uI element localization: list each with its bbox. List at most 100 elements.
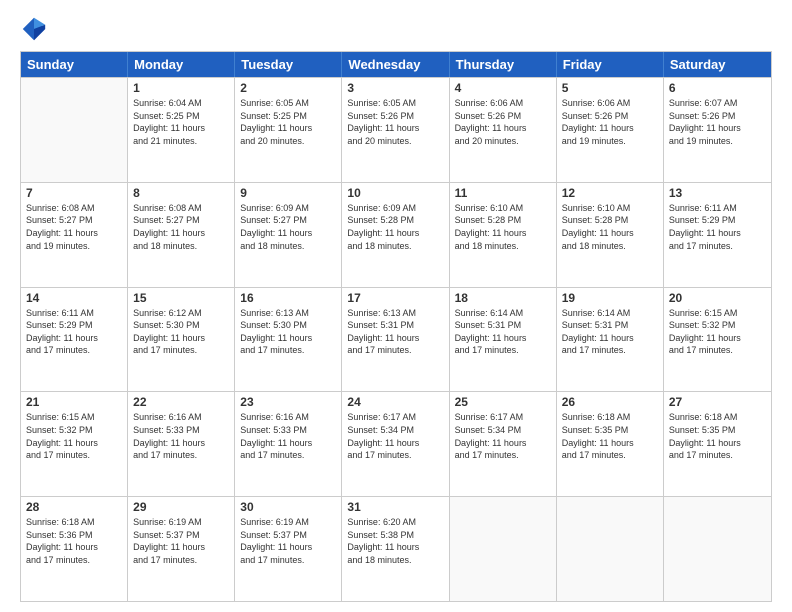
day-info: Sunrise: 6:16 AMSunset: 5:33 PMDaylight:… [240, 411, 336, 461]
calendar-week: 21 Sunrise: 6:15 AMSunset: 5:32 PMDayligh… [21, 391, 771, 496]
day-info: Sunrise: 6:18 AMSunset: 5:36 PMDaylight:… [26, 516, 122, 566]
day-number: 23 [240, 395, 336, 409]
day-info: Sunrise: 6:19 AMSunset: 5:37 PMDaylight:… [240, 516, 336, 566]
day-info: Sunrise: 6:17 AMSunset: 5:34 PMDaylight:… [455, 411, 551, 461]
calendar-cell: 13 Sunrise: 6:11 AMSunset: 5:29 PMDayligh… [664, 183, 771, 287]
calendar-cell: 1 Sunrise: 6:04 AMSunset: 5:25 PMDaylight… [128, 78, 235, 182]
day-info: Sunrise: 6:04 AMSunset: 5:25 PMDaylight:… [133, 97, 229, 147]
day-number: 21 [26, 395, 122, 409]
day-info: Sunrise: 6:19 AMSunset: 5:37 PMDaylight:… [133, 516, 229, 566]
day-info: Sunrise: 6:18 AMSunset: 5:35 PMDaylight:… [669, 411, 766, 461]
calendar-cell: 2 Sunrise: 6:05 AMSunset: 5:25 PMDaylight… [235, 78, 342, 182]
header [20, 15, 772, 43]
day-info: Sunrise: 6:09 AMSunset: 5:28 PMDaylight:… [347, 202, 443, 252]
cal-header-day: Tuesday [235, 52, 342, 77]
day-info: Sunrise: 6:06 AMSunset: 5:26 PMDaylight:… [562, 97, 658, 147]
day-number: 9 [240, 186, 336, 200]
day-number: 24 [347, 395, 443, 409]
calendar-cell: 16 Sunrise: 6:13 AMSunset: 5:30 PMDayligh… [235, 288, 342, 392]
calendar-cell [450, 497, 557, 601]
calendar-cell: 29Sunrise: 6:19 AMSunset: 5:37 PMDayligh… [128, 497, 235, 601]
day-number: 28 [26, 500, 122, 514]
day-info: Sunrise: 6:05 AMSunset: 5:26 PMDaylight:… [347, 97, 443, 147]
cal-header-day: Thursday [450, 52, 557, 77]
calendar-header: SundayMondayTuesdayWednesdayThursdayFrid… [21, 52, 771, 77]
day-number: 6 [669, 81, 766, 95]
calendar-cell: 8Sunrise: 6:08 AMSunset: 5:27 PMDaylight… [128, 183, 235, 287]
calendar-cell: 14 Sunrise: 6:11 AMSunset: 5:29 PMDayligh… [21, 288, 128, 392]
day-number: 5 [562, 81, 658, 95]
day-number: 26 [562, 395, 658, 409]
day-number: 7 [26, 186, 122, 200]
cal-header-day: Wednesday [342, 52, 449, 77]
calendar: SundayMondayTuesdayWednesdayThursdayFrid… [20, 51, 772, 602]
calendar-cell: 12 Sunrise: 6:10 AMSunset: 5:28 PMDayligh… [557, 183, 664, 287]
day-info: Sunrise: 6:12 AMSunset: 5:30 PMDaylight:… [133, 307, 229, 357]
calendar-cell: 10Sunrise: 6:09 AMSunset: 5:28 PMDayligh… [342, 183, 449, 287]
day-info: Sunrise: 6:15 AMSunset: 5:32 PMDaylight:… [669, 307, 766, 357]
day-number: 22 [133, 395, 229, 409]
calendar-cell: 27 Sunrise: 6:18 AMSunset: 5:35 PMDayligh… [664, 392, 771, 496]
page: SundayMondayTuesdayWednesdayThursdayFrid… [0, 0, 792, 612]
calendar-cell: 30 Sunrise: 6:19 AMSunset: 5:37 PMDayligh… [235, 497, 342, 601]
calendar-cell: 21 Sunrise: 6:15 AMSunset: 5:32 PMDayligh… [21, 392, 128, 496]
day-number: 16 [240, 291, 336, 305]
day-number: 15 [133, 291, 229, 305]
day-number: 27 [669, 395, 766, 409]
calendar-week: 7 Sunrise: 6:08 AMSunset: 5:27 PMDaylight… [21, 182, 771, 287]
day-info: Sunrise: 6:06 AMSunset: 5:26 PMDaylight:… [455, 97, 551, 147]
calendar-cell: 15 Sunrise: 6:12 AMSunset: 5:30 PMDayligh… [128, 288, 235, 392]
cal-header-day: Monday [128, 52, 235, 77]
calendar-cell: 6Sunrise: 6:07 AMSunset: 5:26 PMDaylight… [664, 78, 771, 182]
day-info: Sunrise: 6:18 AMSunset: 5:35 PMDaylight:… [562, 411, 658, 461]
day-info: Sunrise: 6:16 AMSunset: 5:33 PMDaylight:… [133, 411, 229, 461]
day-number: 18 [455, 291, 551, 305]
calendar-cell: 19 Sunrise: 6:14 AMSunset: 5:31 PMDayligh… [557, 288, 664, 392]
day-number: 12 [562, 186, 658, 200]
cal-header-day: Sunday [21, 52, 128, 77]
calendar-cell: 9 Sunrise: 6:09 AMSunset: 5:27 PMDaylight… [235, 183, 342, 287]
calendar-cell: 7 Sunrise: 6:08 AMSunset: 5:27 PMDaylight… [21, 183, 128, 287]
day-number: 4 [455, 81, 551, 95]
day-number: 14 [26, 291, 122, 305]
day-info: Sunrise: 6:13 AMSunset: 5:31 PMDaylight:… [347, 307, 443, 357]
day-info: Sunrise: 6:17 AMSunset: 5:34 PMDaylight:… [347, 411, 443, 461]
calendar-cell: 5 Sunrise: 6:06 AMSunset: 5:26 PMDaylight… [557, 78, 664, 182]
calendar-cell: 18 Sunrise: 6:14 AMSunset: 5:31 PMDayligh… [450, 288, 557, 392]
day-info: Sunrise: 6:11 AMSunset: 5:29 PMDaylight:… [669, 202, 766, 252]
calendar-cell: 28 Sunrise: 6:18 AMSunset: 5:36 PMDayligh… [21, 497, 128, 601]
calendar-cell: 26 Sunrise: 6:18 AMSunset: 5:35 PMDayligh… [557, 392, 664, 496]
day-number: 20 [669, 291, 766, 305]
day-info: Sunrise: 6:11 AMSunset: 5:29 PMDaylight:… [26, 307, 122, 357]
day-info: Sunrise: 6:15 AMSunset: 5:32 PMDaylight:… [26, 411, 122, 461]
day-number: 2 [240, 81, 336, 95]
cal-header-day: Friday [557, 52, 664, 77]
calendar-cell: 11Sunrise: 6:10 AMSunset: 5:28 PMDayligh… [450, 183, 557, 287]
logo [20, 15, 52, 43]
calendar-cell: 17 Sunrise: 6:13 AMSunset: 5:31 PMDayligh… [342, 288, 449, 392]
day-number: 13 [669, 186, 766, 200]
calendar-body: 1 Sunrise: 6:04 AMSunset: 5:25 PMDaylight… [21, 77, 771, 601]
day-info: Sunrise: 6:09 AMSunset: 5:27 PMDaylight:… [240, 202, 336, 252]
calendar-cell: 4 Sunrise: 6:06 AMSunset: 5:26 PMDaylight… [450, 78, 557, 182]
calendar-cell: 22 Sunrise: 6:16 AMSunset: 5:33 PMDayligh… [128, 392, 235, 496]
day-info: Sunrise: 6:13 AMSunset: 5:30 PMDaylight:… [240, 307, 336, 357]
day-number: 3 [347, 81, 443, 95]
day-number: 19 [562, 291, 658, 305]
day-info: Sunrise: 6:10 AMSunset: 5:28 PMDaylight:… [455, 202, 551, 252]
calendar-week: 14 Sunrise: 6:11 AMSunset: 5:29 PMDayligh… [21, 287, 771, 392]
day-number: 30 [240, 500, 336, 514]
day-number: 31 [347, 500, 443, 514]
calendar-cell: 31Sunrise: 6:20 AMSunset: 5:38 PMDayligh… [342, 497, 449, 601]
day-number: 17 [347, 291, 443, 305]
day-info: Sunrise: 6:14 AMSunset: 5:31 PMDaylight:… [562, 307, 658, 357]
cal-header-day: Saturday [664, 52, 771, 77]
day-info: Sunrise: 6:05 AMSunset: 5:25 PMDaylight:… [240, 97, 336, 147]
calendar-cell: 23 Sunrise: 6:16 AMSunset: 5:33 PMDayligh… [235, 392, 342, 496]
calendar-cell: 25Sunrise: 6:17 AMSunset: 5:34 PMDayligh… [450, 392, 557, 496]
day-info: Sunrise: 6:10 AMSunset: 5:28 PMDaylight:… [562, 202, 658, 252]
day-number: 1 [133, 81, 229, 95]
calendar-cell: 24 Sunrise: 6:17 AMSunset: 5:34 PMDayligh… [342, 392, 449, 496]
day-info: Sunrise: 6:14 AMSunset: 5:31 PMDaylight:… [455, 307, 551, 357]
day-info: Sunrise: 6:08 AMSunset: 5:27 PMDaylight:… [26, 202, 122, 252]
